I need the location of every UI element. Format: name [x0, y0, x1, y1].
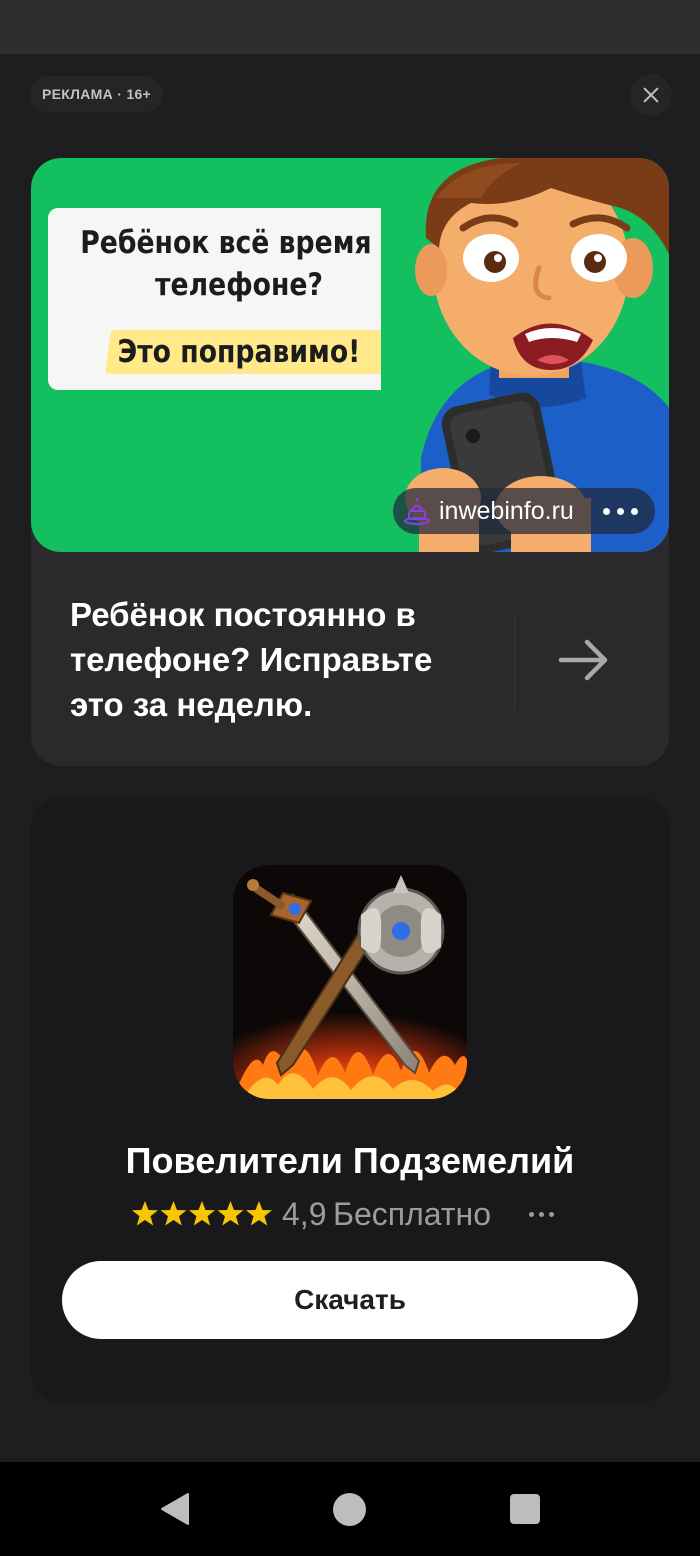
favicon-icon — [404, 498, 430, 525]
rating-value: 4,9 — [282, 1196, 327, 1232]
banner-highlight: Это поправимо! — [117, 334, 361, 370]
ad-age-badge: РЕКЛАМА · 16+ — [30, 76, 164, 112]
star-icon — [189, 1201, 215, 1226]
banner-headline: Ребёнок всё время в телефоне? — [80, 225, 398, 303]
close-button[interactable] — [630, 74, 672, 116]
nav-recents-icon[interactable] — [510, 1494, 540, 1524]
download-button[interactable]: Скачать — [62, 1261, 638, 1339]
star-icon — [246, 1201, 272, 1226]
banner-title[interactable]: Ребёнок постоянно в телефоне? Исправьте … — [70, 592, 490, 727]
headline-box: Ребёнок всё время в телефоне? Это поправ… — [48, 208, 430, 390]
banner-image[interactable]: Ребёнок всё время в телефоне? Это поправ… — [31, 158, 669, 552]
app-promo-card: Повелители Подземелий 4,9 Бесплатно Скач… — [31, 796, 669, 1404]
source-domain: inwebinfo.ru — [439, 497, 574, 525]
more-icon[interactable] — [599, 496, 643, 526]
divider — [514, 614, 515, 710]
rating-row: 4,9 Бесплатно — [131, 1194, 571, 1238]
source-chip[interactable]: inwebinfo.ru — [393, 488, 655, 534]
star-icon — [132, 1201, 158, 1226]
nav-home-icon[interactable] — [333, 1493, 366, 1526]
star-rating — [132, 1201, 272, 1226]
app-icon[interactable] — [233, 865, 467, 1099]
star-icon — [160, 1201, 187, 1226]
more-icon[interactable] — [521, 1202, 561, 1226]
ad-banner-card[interactable]: Ребёнок всё время в телефоне? Это поправ… — [31, 158, 669, 766]
navigation-bar — [0, 1462, 700, 1556]
nav-back-icon[interactable] — [158, 1492, 192, 1526]
price-label: Бесплатно — [333, 1196, 492, 1232]
app-name: Повелители Подземелий — [125, 1140, 575, 1181]
star-icon — [217, 1201, 244, 1226]
status-bar — [0, 0, 700, 54]
arrow-right-icon[interactable] — [547, 628, 617, 692]
